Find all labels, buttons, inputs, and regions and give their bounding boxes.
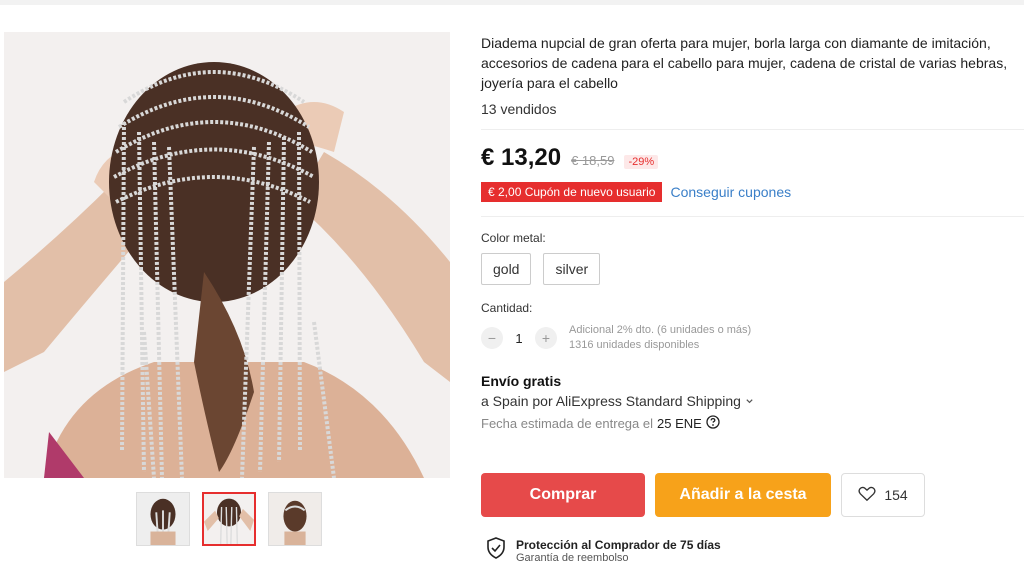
product-title: Diadema nupcial de gran oferta para muje… (481, 35, 1008, 91)
protection-title: Protección al Comprador de 75 días (516, 537, 721, 552)
shipping-title: Envío gratis (481, 373, 562, 389)
shield-check-icon (486, 537, 506, 564)
protection-subtitle: Garantía de reembolso (516, 551, 629, 564)
bulk-discount-text: Adicional 2% dto. (6 unidades o más) (569, 324, 752, 336)
question-circle-icon[interactable] (706, 415, 720, 432)
thumbnail-3[interactable] (268, 492, 322, 546)
quantity-decrease-button[interactable]: − (481, 327, 503, 349)
color-label: Color metal: (481, 231, 546, 245)
color-option-silver[interactable]: silver (543, 253, 601, 285)
chevron-down-icon (745, 393, 754, 409)
thumbnail-strip (136, 492, 322, 546)
action-buttons: Comprar Añadir a la cesta 154 (481, 473, 925, 517)
wishlist-button[interactable]: 154 (841, 473, 925, 517)
discount-badge: -29% (624, 155, 659, 169)
thumbnail-1[interactable] (136, 492, 190, 546)
delivery-estimate: Fecha estimada de entrega el 25 ENE (481, 415, 1024, 432)
delivery-date: 25 ENE (657, 416, 702, 431)
available-units: 1316 unidades disponibles (569, 339, 700, 351)
protection-text: Protección al Comprador de 75 días Garan… (516, 538, 721, 564)
new-user-coupon: € 2,00 Cupón de nuevo usuario (481, 182, 663, 202)
buyer-protection: Protección al Comprador de 75 días Garan… (486, 537, 721, 564)
quantity-stepper: − 1 + Adicional 2% dto. (6 unidades o má… (481, 323, 1024, 353)
color-option-gold[interactable]: gold (481, 253, 532, 285)
quantity-label: Cantidad: (481, 301, 533, 315)
divider (481, 129, 1024, 130)
shipping-method[interactable]: a Spain por AliExpress Standard Shipping (481, 393, 1024, 409)
heart-icon (858, 486, 876, 505)
hair-jewelry-photo (4, 32, 450, 478)
divider (481, 216, 1024, 217)
price-row: € 13,20 € 18,59 -29% (481, 144, 1024, 172)
delivery-label: Fecha estimada de entrega el (481, 416, 653, 431)
add-to-cart-button[interactable]: Añadir a la cesta (655, 473, 831, 517)
top-divider (0, 0, 1024, 5)
quantity-info: Adicional 2% dto. (6 unidades o más) 131… (569, 323, 751, 353)
get-coupons-link[interactable]: Conseguir cupones (670, 184, 791, 200)
shipping-method-text: a Spain por AliExpress Standard Shipping (481, 393, 741, 409)
coupon-row: € 2,00 Cupón de nuevo usuario Conseguir … (481, 182, 1024, 202)
product-main-image (4, 32, 450, 478)
color-options: gold silver (481, 253, 1024, 285)
wishlist-count: 154 (884, 487, 908, 503)
product-info: Diadema nupcial de gran oferta para muje… (481, 33, 1024, 432)
sold-count: 13 vendidos (481, 101, 557, 117)
original-price: € 18,59 (571, 153, 615, 168)
quantity-increase-button[interactable]: + (535, 327, 557, 349)
buy-now-button[interactable]: Comprar (481, 473, 645, 517)
thumbnail-2-selected[interactable] (202, 492, 256, 546)
current-price: € 13,20 (481, 144, 562, 171)
quantity-value[interactable]: 1 (503, 331, 535, 346)
